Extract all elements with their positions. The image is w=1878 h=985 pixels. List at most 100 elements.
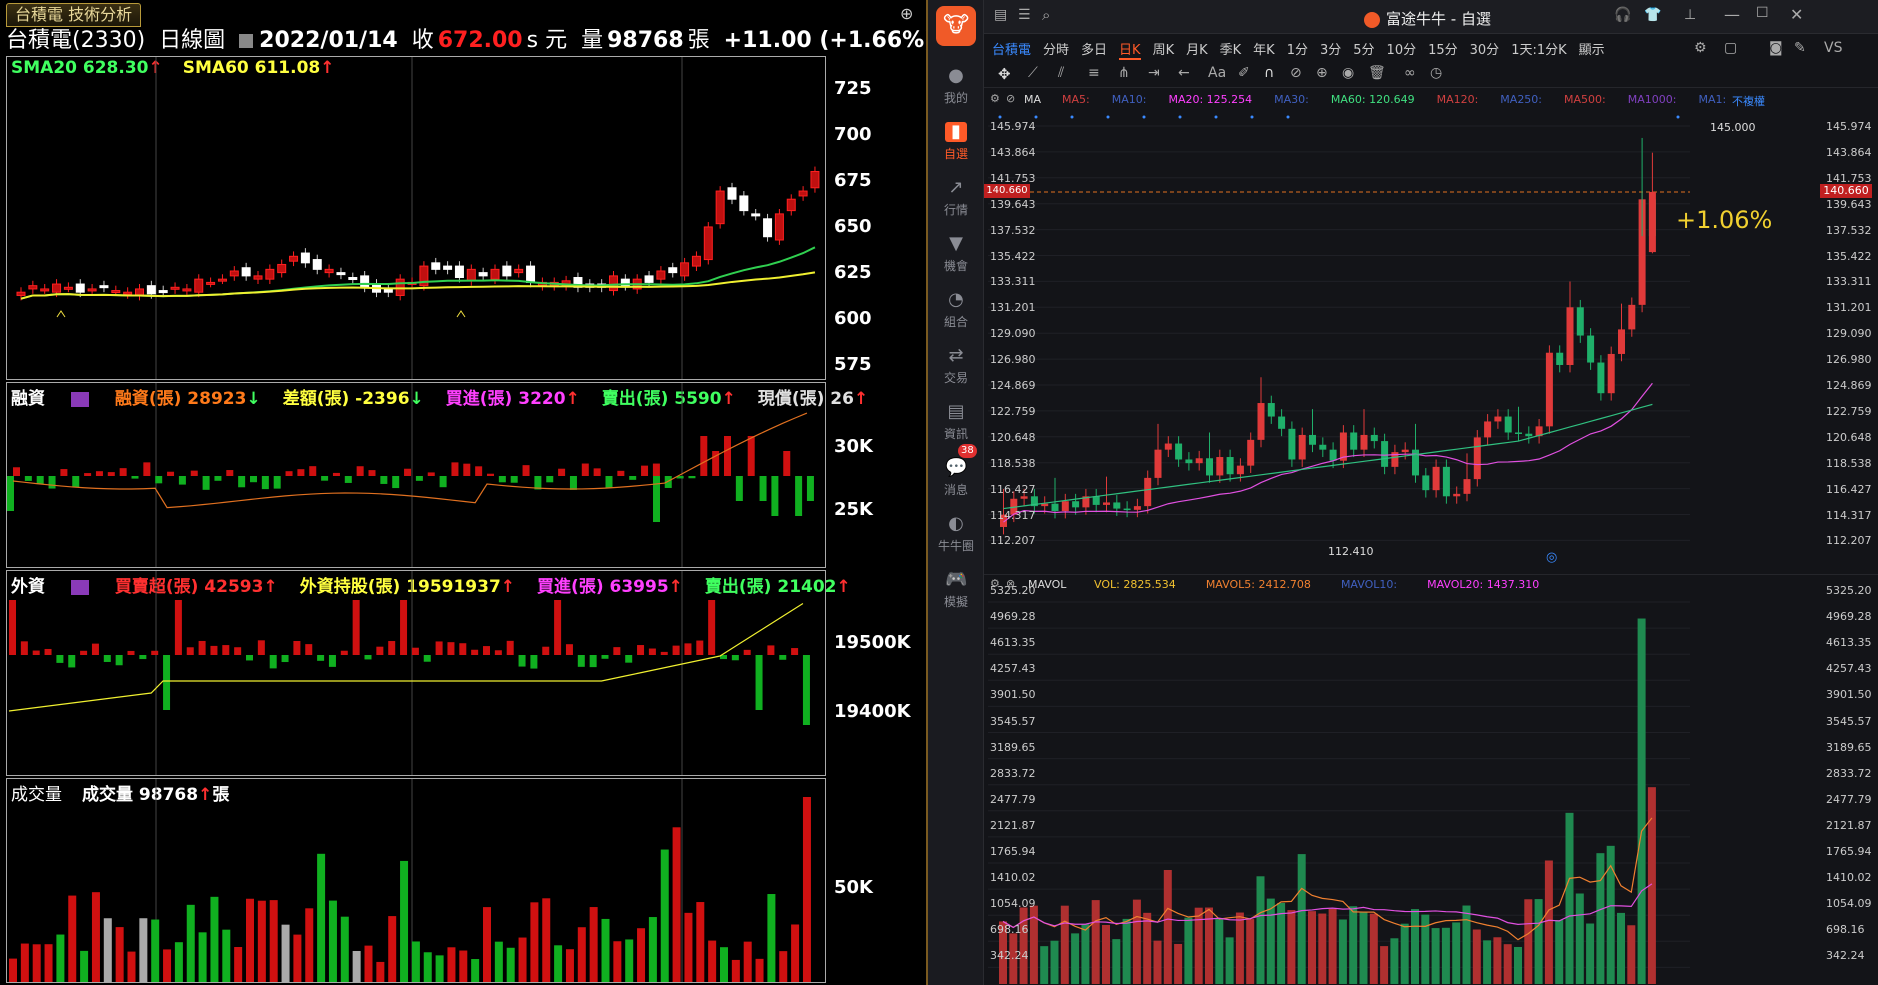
settings-icon[interactable]: ⚙ [990,92,1000,105]
ma-label[interactable]: MA [1024,93,1041,106]
timeframe-tab[interactable]: 10分 [1387,43,1417,58]
ma-item[interactable]: MA5: [1062,93,1090,106]
headset-icon[interactable]: 🎧 [1614,7,1631,23]
fib-tool-icon[interactable]: ≡ [1088,65,1100,81]
timeframe-tab[interactable]: 季K [1220,43,1242,58]
pitchfork-tool-icon[interactable]: ⋔ [1118,65,1130,81]
price-panel[interactable]: SMA20 628.30↑ SMA60 611.08↑ [6,56,826,380]
target-icon[interactable]: ◎ [1546,550,1557,565]
adjust-button[interactable]: 不複權 [1732,93,1765,109]
vol-item[interactable]: VOL: 2825.534 [1094,578,1176,591]
sidebar-item[interactable]: 💬 消息 [928,458,984,498]
ma-item[interactable]: MA120: [1437,93,1479,106]
arrow-tool-icon[interactable]: ← [1178,65,1190,81]
sidebar-item[interactable]: ▤ 資訊 [928,402,984,442]
layout-icon[interactable]: ▢ [1724,40,1737,56]
list-icon[interactable]: ☰ [1018,7,1031,23]
volume-bar [755,958,764,982]
eye-off-icon[interactable]: ⊘ [1006,92,1015,105]
ma-item[interactable]: MA1000: [1628,93,1677,106]
text-tool-icon[interactable]: Aa [1208,65,1226,81]
link-icon[interactable]: ∞ [1404,65,1416,81]
margin-bar [593,468,601,476]
vol-item[interactable]: MAVOL20: 1437.310 [1427,578,1539,591]
sidebar-item[interactable]: ◔ 組合 [928,290,984,330]
ma-item[interactable]: MA500: [1564,93,1606,106]
sidebar-item[interactable]: ● 我的 [928,66,984,106]
timeframe-tab[interactable]: 日K [1119,43,1141,60]
timeframe-tab[interactable]: 分時 [1043,43,1069,58]
ma-item[interactable]: MA30: [1274,93,1309,106]
dropdown-icon[interactable] [239,34,254,48]
sidebar-item[interactable]: 🎮 模擬 [928,570,984,610]
magnet-icon[interactable]: ∩ [1264,65,1274,81]
ma-item[interactable]: MA20: 125.254 [1168,93,1252,106]
menu-icon[interactable]: ▤ [994,7,1007,23]
margin-bar [498,476,506,483]
ma-item[interactable]: MA250: [1500,93,1542,106]
minimize-icon[interactable]: — [1724,5,1740,24]
timeframe-tab[interactable]: 多日 [1081,43,1107,58]
ma-item[interactable]: MA1: [1698,93,1726,106]
volume-bar [1297,854,1306,984]
channel-tool-icon[interactable]: ⫽ [1058,65,1064,81]
margin-panel[interactable]: 融資 融資(張) 28923↓ 差額(張) -2396↓ 買進(張) 3220↑ 賣出… [6,382,868,568]
settings-icon[interactable]: ⚙ [1694,40,1707,56]
sidebar-item[interactable]: ▼ 機會 [928,234,984,274]
candle [1144,470,1152,514]
volume-chart[interactable] [988,594,1690,984]
volume-bar [791,924,800,982]
price-tick-left: 126.980 [990,353,1036,367]
trash-icon[interactable]: 🗑 [1368,65,1386,81]
foreign-panel[interactable]: 外資 買賣超(張) 42593↑ 外資持股(張) 19591937↑ 買進(張) 6… [6,570,851,776]
lock-icon[interactable]: ⊕ [1316,65,1328,81]
search-icon[interactable]: ⌕ [1042,6,1050,24]
sidebar-item[interactable]: ⇄ 交易 [928,346,984,386]
compare-icon[interactable]: VS [1824,40,1842,56]
candle [466,264,476,286]
resize-icon[interactable]: ⊕ [900,4,920,24]
candlestick-chart[interactable] [988,112,1690,557]
candle [1648,191,1656,253]
candle [63,282,73,293]
camera-icon[interactable]: ◙ [1769,40,1783,56]
close-icon[interactable]: ✕ [1790,5,1803,24]
pen-icon[interactable]: ✎ [1794,40,1806,56]
ruler-icon[interactable]: ⊘ [1290,65,1302,81]
sidebar-item[interactable]: ↗ 行情 [928,178,984,218]
timeframe-tab[interactable]: 顯示 [1579,43,1605,58]
timeframe-tab[interactable]: 1天:1分K [1511,43,1566,58]
volume-bar [317,853,326,982]
eye-icon[interactable]: ◉ [1342,65,1354,81]
candle [1607,346,1615,401]
timeframe-tab[interactable]: 15分 [1428,43,1458,58]
price-tick-right: 120.648 [1826,430,1872,444]
line-tool-icon[interactable]: ⟋ [1028,65,1038,81]
sidebar-item[interactable]: ▮ 自選 [928,122,984,162]
app-logo[interactable]: 🐮 [936,6,976,46]
brush-tool-icon[interactable]: ✐ [1238,65,1250,81]
shirt-icon[interactable]: 👕 [1644,7,1661,23]
move-icon[interactable]: ✥ [998,65,1011,83]
maximize-icon[interactable]: ☐ [1756,5,1769,21]
timeframe-tab[interactable]: 3分 [1320,43,1341,58]
volume-bar [103,918,112,982]
ma-item[interactable]: MA60: 120.649 [1331,93,1415,106]
candle [774,208,784,245]
volume-panel[interactable]: 成交量 成交量 98768↑張 [6,778,826,983]
pin-icon[interactable]: ⊥ [1684,7,1696,23]
sidebar-item[interactable]: ◐ 牛牛圈 [928,514,984,554]
timeframe-tab[interactable]: 1分 [1287,43,1308,58]
vol-item[interactable]: MAVOL5: 2412.708 [1206,578,1311,591]
clock-icon[interactable]: ◷ [1430,65,1442,81]
window-tab[interactable]: 台積電 技術分析 [6,3,142,27]
timeframe-tab[interactable]: 月K [1186,43,1208,58]
timeframe-tab[interactable]: 台積電 [992,43,1031,58]
range-tool-icon[interactable]: ⇥ [1148,65,1160,81]
ma-item[interactable]: MA10: [1112,93,1147,106]
timeframe-tab[interactable]: 30分 [1470,43,1500,58]
timeframe-tab[interactable]: 年K [1253,43,1275,58]
timeframe-tab[interactable]: 5分 [1353,43,1374,58]
vol-item[interactable]: MAVOL10: [1341,578,1397,591]
timeframe-tab[interactable]: 周K [1153,43,1175,58]
